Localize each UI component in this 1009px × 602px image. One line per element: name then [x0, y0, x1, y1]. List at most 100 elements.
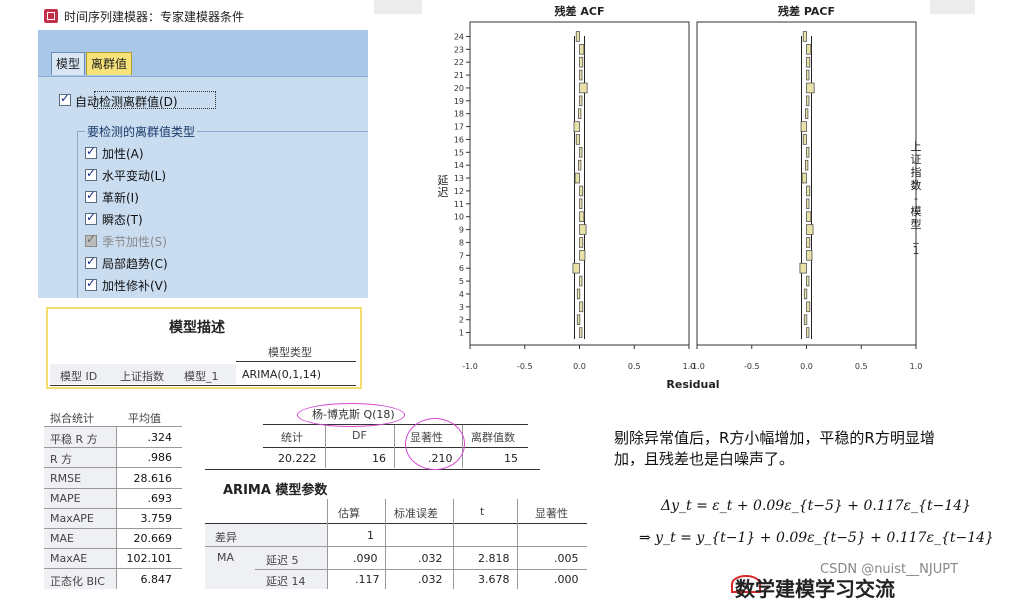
stat-label: RMSE — [50, 472, 82, 485]
additive-label: 加性(A) — [102, 147, 144, 161]
acf-bar — [572, 262, 580, 274]
y-tick-label: 4 — [459, 290, 464, 299]
highlight-ellipse — [297, 403, 405, 427]
acf-bar — [802, 31, 807, 42]
acf-bar — [800, 121, 807, 132]
tab-outliers[interactable]: 离群值 — [86, 52, 133, 75]
additive-patch-checkbox[interactable] — [85, 276, 97, 291]
y-tick-label: 2 — [459, 316, 464, 325]
acf-bar — [806, 69, 810, 81]
acf-bar — [806, 275, 810, 287]
estimate-value: .090 — [353, 552, 378, 565]
y-tick-label: 24 — [454, 32, 464, 41]
arima-title: ARIMA 模型参数 — [223, 483, 328, 498]
x-tick-label: 1.0 — [910, 362, 923, 371]
fit-statistics-table: 拟合统计 平均值 平稳 R 方 .324 R 方 .986 RMSE 28.616 M… — [44, 402, 182, 589]
dialog-titlebar: 时间序列建模器：专家建模器条件 — [38, 4, 368, 28]
stat-value: 102.101 — [126, 552, 173, 565]
chart-frame-strip — [374, 0, 422, 14]
estimate-value: 1 — [367, 529, 374, 542]
y-tick-label: 12 — [454, 187, 464, 196]
additive-checkbox[interactable] — [85, 144, 97, 159]
column-header: DF — [352, 429, 367, 442]
x-tick-label: 0.5 — [855, 362, 868, 371]
bottom-rule — [50, 385, 356, 386]
transient-checkbox[interactable] — [85, 210, 97, 225]
column-header: 模型类型 — [268, 346, 312, 359]
stat-label: 平稳 R 方 — [50, 433, 98, 446]
df-value: 16 — [372, 452, 386, 465]
acf-bar — [579, 147, 583, 158]
stat-label: MaxAE — [50, 552, 88, 565]
series-label: 数 — [911, 179, 922, 192]
analysis-note: 剔除异常值后，R方小幅增加，平稳的R方明显增加，且残差也是白噪声了。 — [614, 429, 935, 468]
series-label: _ — [912, 231, 919, 244]
local-trend-checkbox[interactable] — [85, 254, 97, 269]
x-tick-label: 0.5 — [628, 362, 641, 371]
acf-bar — [806, 44, 812, 55]
y-tick-label: 15 — [454, 148, 464, 157]
table-row: RMSE 28.616 — [44, 468, 182, 488]
y-tick-label: 23 — [454, 45, 464, 54]
stat-value: 6.847 — [140, 573, 173, 586]
y-tick-label: 9 — [459, 226, 464, 235]
bottom-rule — [205, 469, 540, 470]
x-tick-label: 0.0 — [573, 362, 586, 371]
acf-bar — [574, 172, 580, 184]
column-header: 离群值数 — [471, 431, 515, 444]
column-rule — [394, 425, 395, 468]
table-row: 平稳 R 方 .324 — [44, 427, 182, 447]
outlier-count-value: 15 — [504, 452, 518, 465]
tab-model[interactable]: 模型 — [51, 52, 86, 75]
acf-bar — [802, 134, 807, 145]
table-title: 模型描述 — [169, 320, 225, 336]
acf-bar — [806, 250, 813, 261]
y-tick-label: 14 — [454, 161, 464, 170]
row-rule — [255, 569, 587, 570]
acf-bar — [806, 147, 810, 158]
highlight-ellipse — [405, 418, 465, 470]
table-row: MaxAPE 3.759 — [44, 508, 182, 528]
x-tick-label: -0.5 — [744, 362, 760, 371]
app-icon — [44, 9, 58, 23]
column-rule — [517, 499, 518, 589]
auto-detect-checkbox[interactable] — [59, 91, 71, 106]
row-label: 模型_1 — [184, 370, 219, 383]
arima-parameters-table: ARIMA 模型参数 估算 标准误差 t 显著性 差异 1 MA 延迟 5 .0… — [205, 476, 587, 589]
auto-detect-label: 自动检测离群值(D) — [75, 95, 178, 109]
significance-value: .000 — [554, 573, 579, 586]
table-header-row: 拟合统计 平均值 — [44, 406, 182, 426]
column-rule — [327, 499, 328, 589]
local-trend-label: 局部趋势(C) — [102, 257, 168, 271]
series-label: 证 — [911, 153, 922, 166]
acf-bar — [576, 314, 581, 325]
outlier-type-group-label: 要检测的离群值类型 — [85, 123, 198, 140]
innovational-checkbox[interactable] — [85, 188, 97, 203]
acf-bar — [578, 108, 582, 119]
header-rule — [263, 447, 528, 448]
t-value: 2.818 — [478, 552, 510, 565]
y-tick-label: 20 — [454, 84, 464, 93]
column-header: 估算 — [338, 507, 360, 520]
y-tick-label: 19 — [454, 97, 464, 106]
model-description-table: 模型描述 模型类型 模型 ID 上证指数 模型_1 ARIMA(0,1,14) — [46, 307, 362, 389]
y-tick-label: 1 — [459, 329, 464, 338]
acf-bar — [806, 95, 810, 107]
y-tick-label: 3 — [459, 303, 464, 312]
stat-value: 20.669 — [133, 532, 173, 545]
acf-bar — [576, 288, 581, 300]
t-value: 3.678 — [478, 573, 510, 586]
formula-2: ⇒ y_t = y_{t−1} + 0.09ε_{t−5} + 0.117ε_{… — [639, 530, 994, 546]
transient-label: 瞬态(T) — [102, 213, 143, 227]
level-shift-checkbox[interactable] — [85, 166, 97, 181]
additive-patch-label: 加性修补(V) — [102, 279, 168, 293]
acf-bar — [806, 224, 814, 235]
row-label: 延迟 14 — [266, 575, 306, 588]
row-label: 延迟 5 — [266, 554, 299, 567]
acf-bar — [579, 237, 584, 248]
acf-bar — [803, 288, 808, 300]
acf-bar — [575, 31, 580, 42]
stat-label: MaxAPE — [50, 512, 94, 525]
chart-title: 残差 ACF — [555, 4, 605, 18]
level-shift-label: 水平变动(L) — [102, 169, 167, 183]
